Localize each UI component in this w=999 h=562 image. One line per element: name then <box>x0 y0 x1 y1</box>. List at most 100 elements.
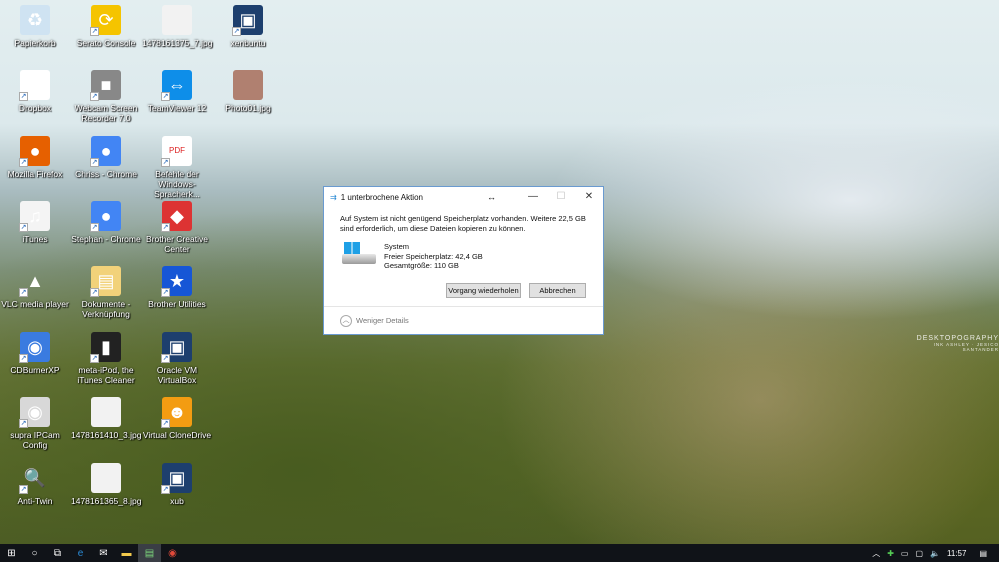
desktop-icon[interactable]: ▣ ↗ xenbuntu <box>213 5 283 48</box>
dropbox-tray-icon[interactable]: ✚ <box>887 549 894 558</box>
wallpaper-brand: DESKTOPOGRAPHY INK ASHLEY · JESICO SANTA… <box>898 335 999 352</box>
shortcut-arrow-icon: ↗ <box>90 92 99 101</box>
desktop-icon[interactable]: ▣ ↗ xub <box>142 463 212 506</box>
desktop-icon[interactable]: ♻ Papierkorb <box>0 5 70 48</box>
desktop-icon-label: Brother Creative Center <box>146 234 208 254</box>
desktop-icon[interactable]: 🔍 ↗ Anti-Twin <box>0 463 70 506</box>
mail-icon[interactable]: ✉ <box>92 544 115 562</box>
desktop-icon[interactable]: ● ↗ Stephan - Chrome <box>71 201 141 244</box>
desktop-icon-label: Photo01.jpg <box>225 103 271 113</box>
camcorder-icon: ■ ↗ <box>90 70 121 101</box>
drive-icon <box>342 242 378 268</box>
virtualbox-icon: ▣ ↗ <box>161 463 192 494</box>
itunes-icon: ♫ ↗ <box>19 201 50 232</box>
shortcut-arrow-icon: ↗ <box>90 354 99 363</box>
desktop-icon[interactable]: ▣ ↗ Oracle VM VirtualBox <box>142 332 212 385</box>
desktop-icon[interactable]: PDF ↗ Befehle der Windows-Spracherk... <box>142 136 212 199</box>
cancel-button[interactable]: Abbrechen <box>529 283 586 298</box>
desktop-icon-label: 1478161375_7.jpg <box>142 38 213 48</box>
image-file-icon <box>233 70 263 100</box>
pdf-icon: PDF ↗ <box>161 136 192 167</box>
desktop-icon[interactable]: ▤ ↗ Dokumente - Verknüpfung <box>71 266 141 319</box>
desktop-icon[interactable]: ⟳ ↗ Serato Console <box>71 5 141 48</box>
shortcut-arrow-icon: ↗ <box>161 419 170 428</box>
desktop-icon[interactable]: 1478161410_3.jpg <box>71 397 141 440</box>
desktop-icon[interactable]: ■ ↗ Webcam Screen Recorder 7.0 <box>71 70 141 123</box>
chrome-icon: ● ↗ <box>90 136 121 167</box>
desktop-icon[interactable]: 1478161365_8.jpg <box>71 463 141 506</box>
dropbox-icon: ◆ ↗ <box>19 70 50 101</box>
desktop-icon-label: Papierkorb <box>14 38 56 48</box>
desktop-icon[interactable]: ♫ ↗ iTunes <box>0 201 70 244</box>
copy-progress-icon[interactable]: ▤ <box>138 544 161 562</box>
file-operation-dialog: ⇉ 1 unterbrochene Aktion ↔ — ☐ ✕ Auf Sys… <box>323 186 604 335</box>
notification-icon[interactable]: ▤ <box>979 549 987 558</box>
desktop-icon[interactable]: ◉ ↗ CDBurnerXP <box>0 332 70 375</box>
desktop-icon[interactable]: ◆ ↗ Dropbox <box>0 70 70 113</box>
desktop-icon-label: Serato Console <box>76 38 136 48</box>
image-file-icon <box>162 5 192 35</box>
maximize-button[interactable]: ☐ <box>547 187 575 207</box>
desktop-icon-label: Brother Utilities <box>148 299 206 309</box>
battery-icon[interactable]: ▭ <box>901 549 909 558</box>
brother-utilities-icon: ★ ↗ <box>161 266 192 297</box>
shortcut-arrow-icon: ↗ <box>19 419 28 428</box>
shortcut-arrow-icon: ↗ <box>161 223 170 232</box>
brand-credit: INK ASHLEY · JESICO SANTANDER <box>933 342 999 352</box>
chrome-taskbar-icon[interactable]: ◉ <box>161 544 184 562</box>
desktop-icon-label: Anti-Twin <box>17 496 53 506</box>
minimize-button[interactable]: — <box>519 187 547 207</box>
edge-icon[interactable]: e <box>69 544 92 562</box>
retry-button[interactable]: Vorgang wiederholen <box>446 283 521 298</box>
shortcut-arrow-icon: ↗ <box>19 288 28 297</box>
desktop-icon-label: Chriss - Chrome <box>75 169 137 179</box>
chevron-up-icon: ︿ <box>340 314 352 327</box>
desktop-icon[interactable]: ⇔ ↗ TeamViewer 12 <box>142 70 212 113</box>
desktop-icon[interactable]: ▮ ↗ meta-iPod, the iTunes Cleaner <box>71 332 141 385</box>
desktop-icon[interactable]: ● ↗ Mozilla Firefox <box>0 136 70 179</box>
task-view-button[interactable]: ⧉ <box>46 544 69 562</box>
drive-info: System Freier Speicherplatz: 42,4 GB Ges… <box>342 242 603 271</box>
desktop-icon[interactable]: ● ↗ Chriss - Chrome <box>71 136 141 179</box>
desktop-icon-label: Oracle VM VirtualBox <box>156 365 198 385</box>
dialog-titlebar[interactable]: ⇉ 1 unterbrochene Aktion ↔ — ☐ ✕ <box>324 187 603 207</box>
shortcut-arrow-icon: ↗ <box>19 485 28 494</box>
desktop-icon[interactable]: ☻ ↗ Virtual CloneDrive <box>142 397 212 440</box>
serato-icon: ⟳ ↗ <box>90 5 121 36</box>
desktop-icon[interactable]: ◆ ↗ Brother Creative Center <box>142 201 212 254</box>
desktop-icon-label: Mozilla Firefox <box>7 169 63 179</box>
desktop-icon-label: Dropbox <box>18 103 52 113</box>
shortcut-arrow-icon: ↗ <box>90 27 99 36</box>
image-file-icon <box>91 463 121 493</box>
desktop-icon[interactable]: ▲ ↗ VLC media player <box>0 266 70 309</box>
clock[interactable]: 11:57 <box>947 549 966 558</box>
details-toggle[interactable]: ︿ Weniger Details <box>324 306 603 334</box>
chevron-up-icon[interactable]: ︿ <box>872 548 880 559</box>
start-button[interactable]: ⊞ <box>0 544 23 562</box>
network-icon[interactable]: ▢ <box>915 549 923 558</box>
dialog-message: Auf System ist nicht genügend Speicherpl… <box>340 214 586 233</box>
shortcut-arrow-icon: ↗ <box>161 354 170 363</box>
brother-creative-icon: ◆ ↗ <box>161 201 192 232</box>
desktop-icon-label: Befehle der Windows-Spracherk... <box>154 169 200 199</box>
search-button[interactable]: ○ <box>23 544 46 562</box>
file-explorer-icon[interactable]: ▬ <box>115 544 138 562</box>
desktop-icon[interactable]: ◉ ↗ supra IPCam Config <box>0 397 70 450</box>
shortcut-arrow-icon: ↗ <box>19 354 28 363</box>
shortcut-arrow-icon: ↗ <box>19 223 28 232</box>
desktop-icon-label: Dokumente - Verknüpfung <box>81 299 131 319</box>
shortcut-arrow-icon: ↗ <box>161 92 170 101</box>
desktop-icon[interactable]: ★ ↗ Brother Utilities <box>142 266 212 309</box>
virtualbox-icon: ▣ ↗ <box>161 332 192 363</box>
desktop-icon-label: Virtual CloneDrive <box>142 430 212 440</box>
desktop-icon[interactable]: Photo01.jpg <box>213 70 283 113</box>
volume-icon[interactable]: 🔈 <box>930 549 940 558</box>
desktop-icon-label: 1478161410_3.jpg <box>71 430 142 440</box>
desktop-icon[interactable]: 1478161375_7.jpg <box>142 5 212 48</box>
copy-icon: ⇉ <box>330 192 337 202</box>
close-button[interactable]: ✕ <box>575 187 603 207</box>
dialog-title: 1 unterbrochene Aktion <box>340 192 423 202</box>
cdburner-icon: ◉ ↗ <box>19 332 50 363</box>
total-size: Gesamtgröße: 110 GB <box>384 261 459 270</box>
folder-icon: ▤ ↗ <box>90 266 121 297</box>
